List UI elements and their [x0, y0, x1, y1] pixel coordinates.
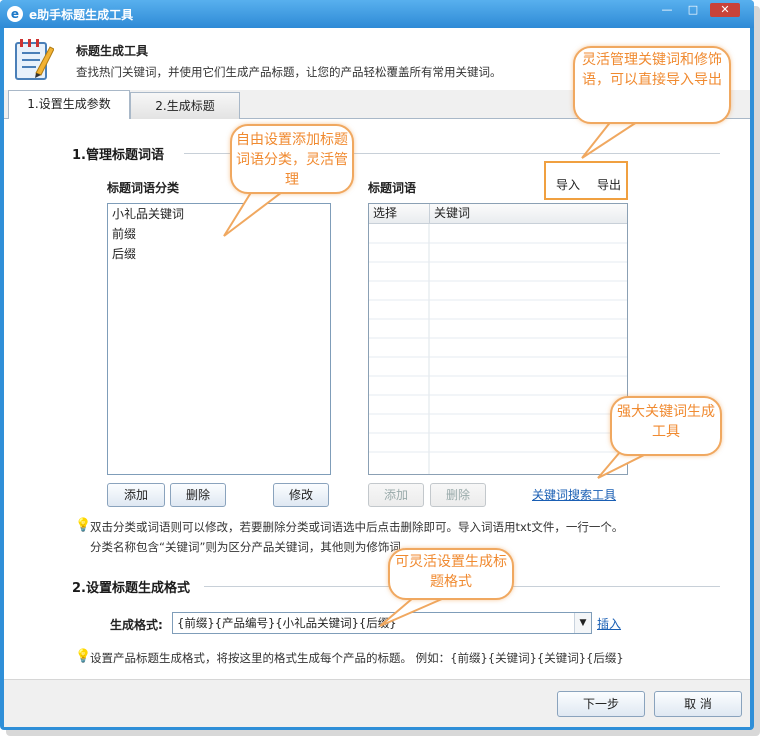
callout-categories: 自由设置添加标题词语分类，灵活管理: [230, 124, 354, 194]
callout-format: 可灵活设置生成标题格式: [388, 548, 514, 600]
callout-import-export: 灵活管理关键词和修饰语，可以直接导入导出: [573, 46, 731, 124]
callout-keyword-tool: 强大关键词生成工具: [610, 396, 722, 456]
